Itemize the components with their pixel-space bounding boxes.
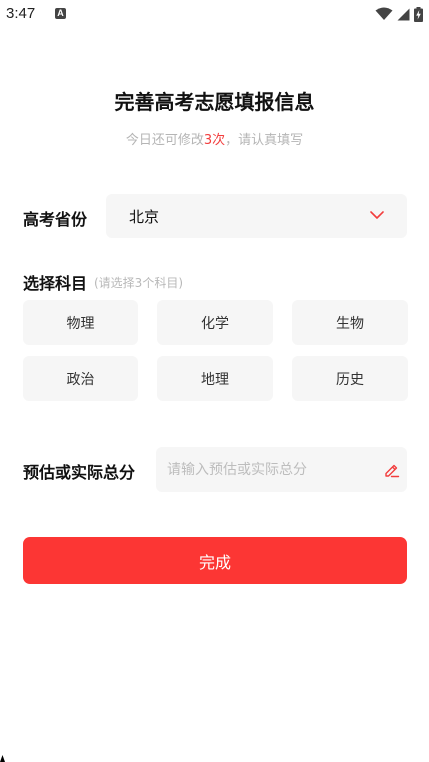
subjects-hint: (请选择3个科目) bbox=[94, 276, 183, 290]
remaining-edits-count: 3次 bbox=[203, 133, 226, 148]
subject-chip-geography[interactable]: 地理 bbox=[157, 356, 273, 401]
status-indicators bbox=[375, 6, 423, 22]
edit-pencil-icon[interactable] bbox=[383, 461, 400, 478]
status-bar: 3:47 A bbox=[0, 0, 429, 30]
notification-a-icon: A bbox=[55, 8, 66, 19]
subject-chip-biology[interactable]: 生物 bbox=[292, 300, 408, 345]
submit-button[interactable]: 完成 bbox=[23, 537, 407, 584]
subtitle-prefix: 今日还可修改 bbox=[125, 133, 204, 148]
page-title: 完善高考志愿填报信息 bbox=[114, 90, 315, 114]
score-label: 预估或实际总分 bbox=[23, 463, 136, 482]
wifi-icon bbox=[375, 7, 393, 20]
score-input[interactable] bbox=[156, 447, 371, 492]
subject-grid: 物理 化学 生物 政治 地理 历史 bbox=[23, 300, 408, 401]
cellular-signal-icon bbox=[397, 8, 410, 20]
subtitle: 今日还可修改3次，请认真填写 bbox=[0, 129, 429, 148]
subjects-label: 选择科目 bbox=[23, 274, 88, 293]
battery-charging-icon bbox=[414, 6, 423, 22]
corner-mark-icon bbox=[0, 755, 5, 762]
province-value: 北京 bbox=[129, 208, 160, 226]
province-select[interactable]: 北京 bbox=[106, 194, 407, 238]
chevron-down-icon bbox=[370, 211, 384, 219]
subject-chip-history[interactable]: 历史 bbox=[292, 356, 408, 401]
subject-chip-chemistry[interactable]: 化学 bbox=[157, 300, 273, 345]
subject-chip-politics[interactable]: 政治 bbox=[23, 356, 138, 401]
status-time: 3:47 bbox=[6, 5, 36, 22]
province-label: 高考省份 bbox=[23, 210, 88, 229]
subject-chip-physics[interactable]: 物理 bbox=[23, 300, 138, 345]
subtitle-suffix: ，请认真填写 bbox=[225, 133, 304, 148]
score-input-container bbox=[156, 447, 407, 492]
